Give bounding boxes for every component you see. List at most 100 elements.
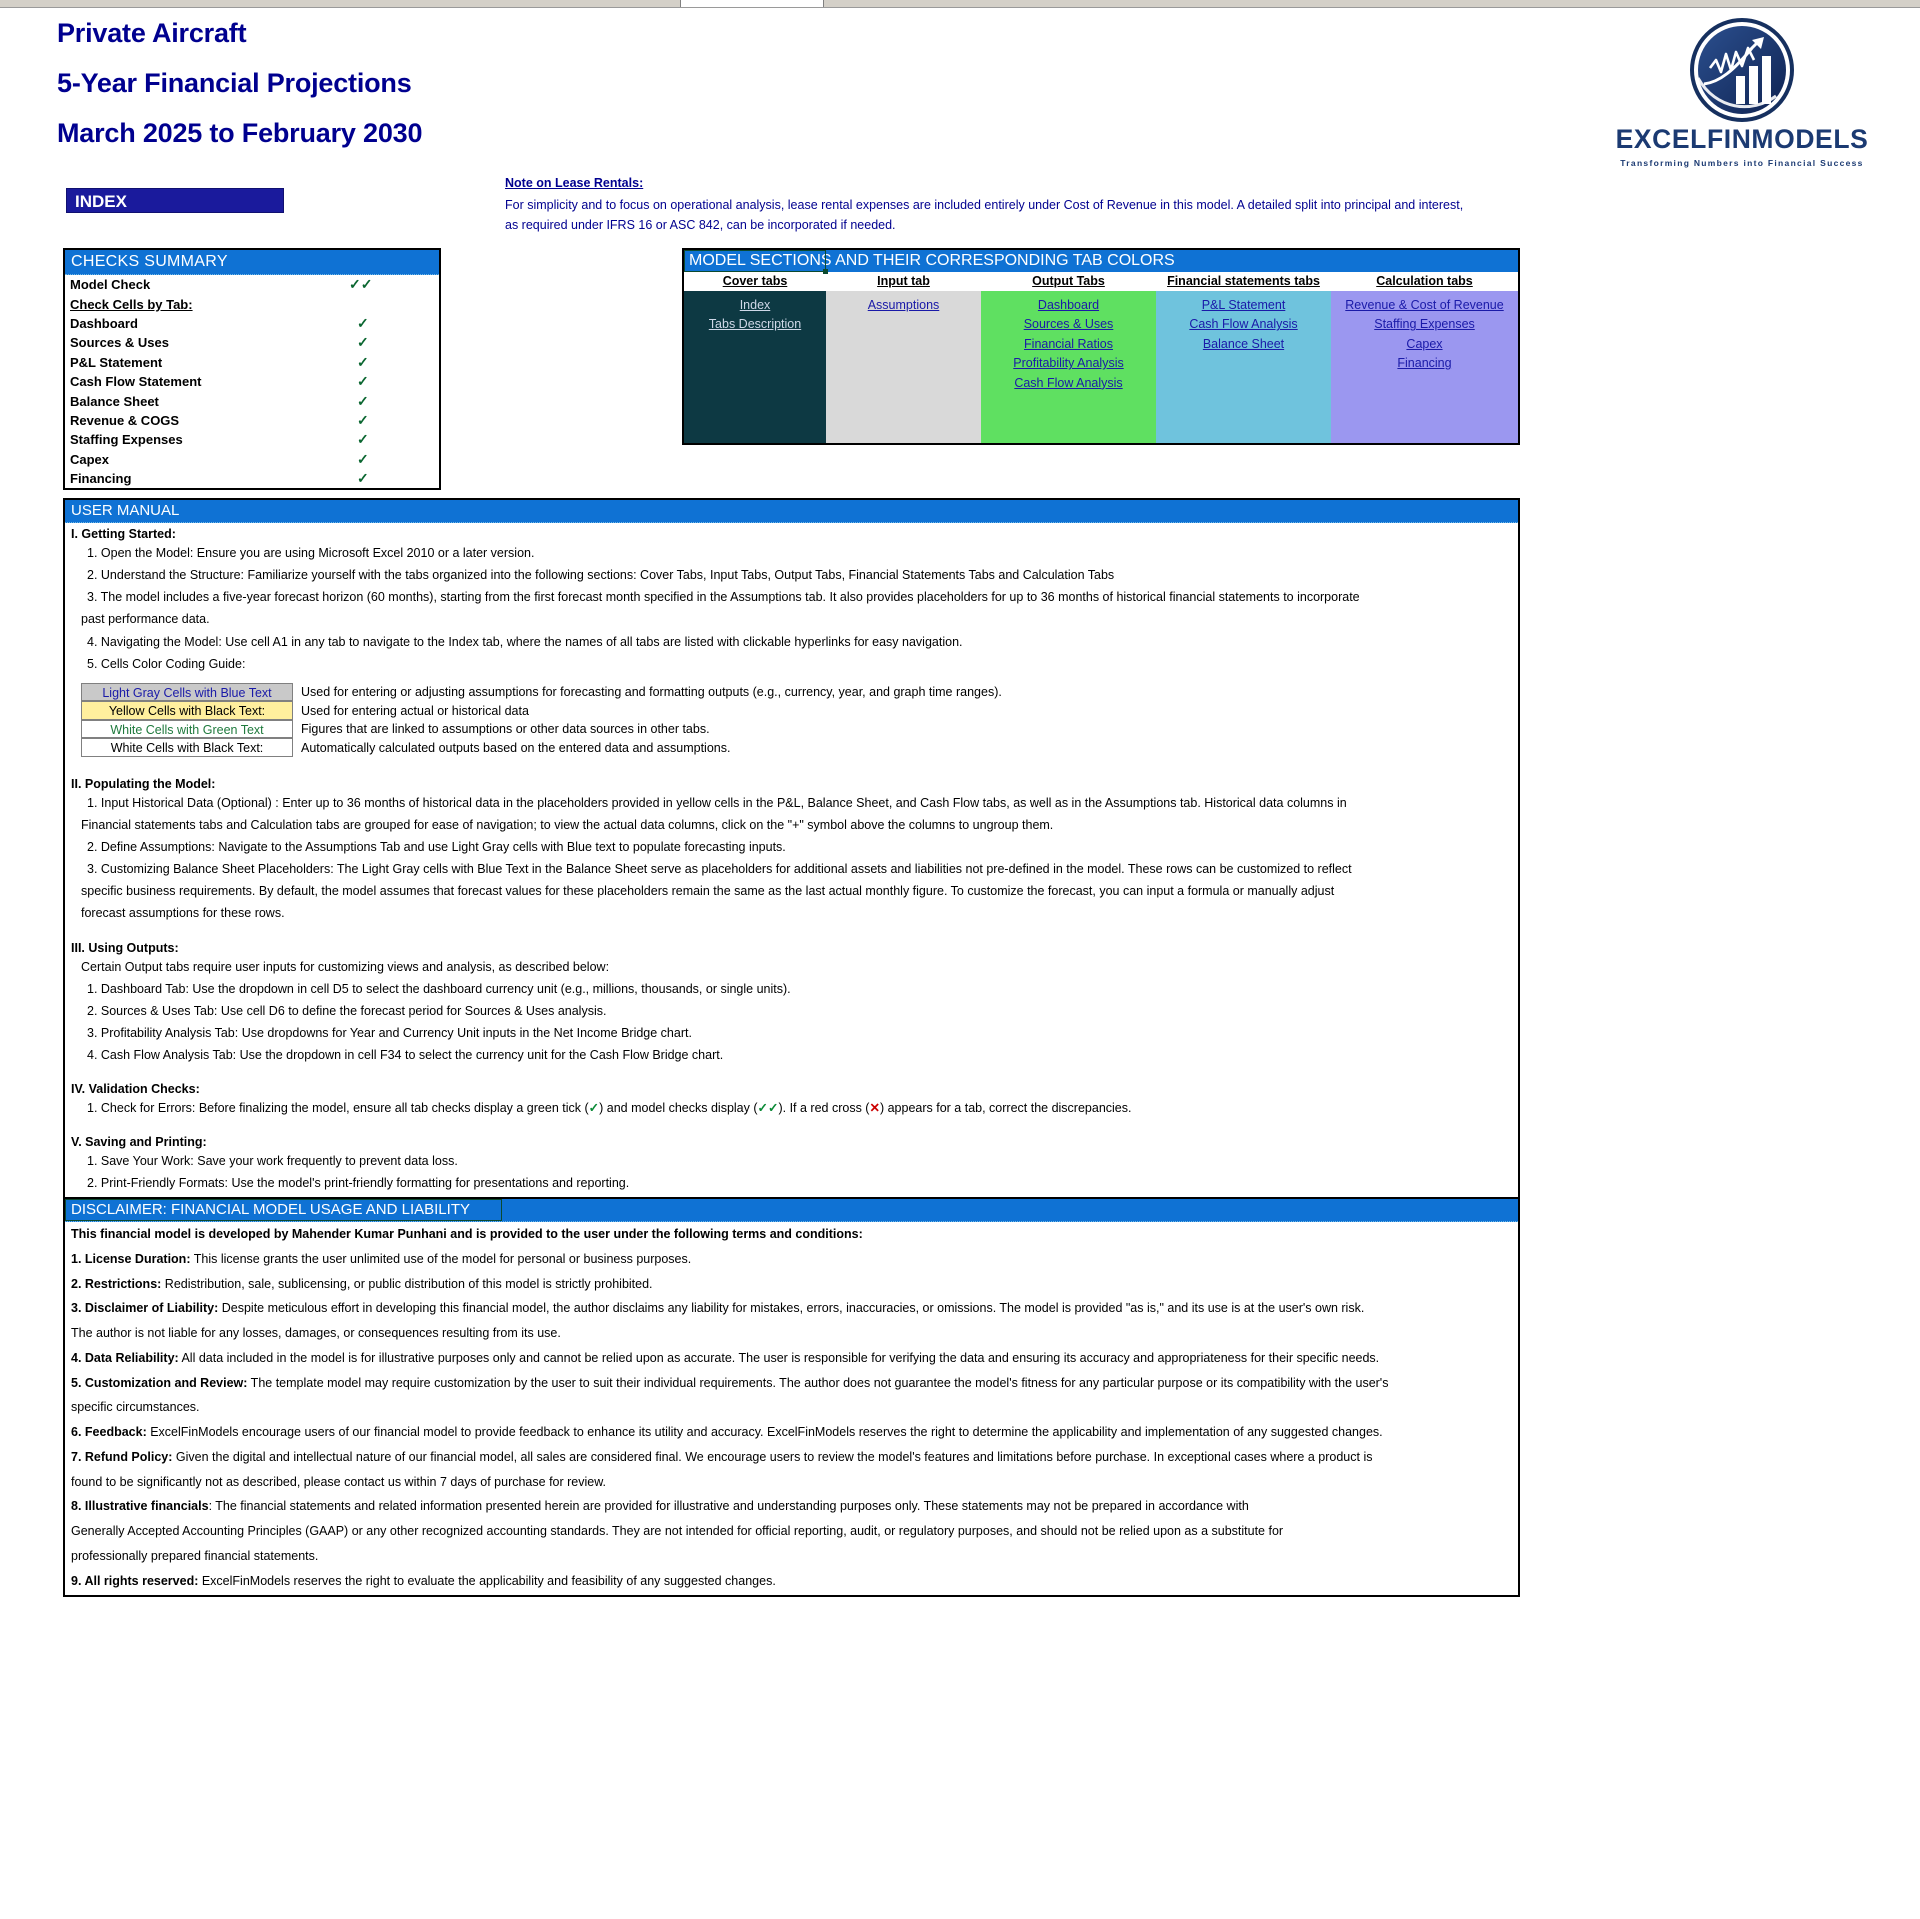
title-line-3: March 2025 to February 2030 [57, 118, 423, 148]
tab-link-cash-flow-analysis-fs[interactable]: Cash Flow Analysis [1156, 315, 1331, 334]
checks-label: P&L Statement [70, 354, 163, 370]
checks-subhead: Check Cells by Tab: [65, 294, 439, 313]
col-header-label: Output Tabs [1032, 274, 1105, 288]
tab-link-pl-statement[interactable]: P&L Statement [1156, 296, 1331, 315]
title-line-1: Private Aircraft [57, 18, 247, 48]
disclaimer-item-num: 1. [71, 1251, 85, 1266]
disclaimer-lead: This financial model is developed by Mah… [71, 1227, 863, 1241]
user-manual-header: USER MANUAL [65, 500, 1518, 523]
active-cell-selection-box [684, 250, 828, 274]
tab-link-staffing-expenses[interactable]: Staffing Expenses [1331, 315, 1518, 334]
disclaimer-panel: DISCLAIMER: FINANCIAL MODEL USAGE AND LI… [63, 1197, 1520, 1598]
legend-desc-yellow: Used for entering actual or historical d… [301, 703, 529, 718]
double-check-icon: ✓✓ [349, 276, 373, 293]
check-icon: ✓ [357, 373, 369, 390]
tab-link-assumptions[interactable]: Assumptions [826, 296, 981, 315]
disclaimer-item-num: 6. [71, 1425, 85, 1439]
disclaimer-item-5: 5. Customization and Review: The templat… [65, 1371, 1518, 1396]
disclaimer-item-text: The author is not liable for any losses,… [71, 1326, 561, 1340]
model-sections-columns: Index Tabs Description Assumptions Dashb… [684, 291, 1518, 443]
disclaimer-item-term: Restrictions: [84, 1276, 162, 1291]
check-icon: ✓ [357, 411, 369, 428]
disclaimer-item-8-cont-a: Generally Accepted Accounting Principles… [65, 1519, 1518, 1544]
tab-link-index[interactable]: Index [684, 296, 826, 315]
check-icon: ✓ [357, 470, 369, 487]
index-banner: INDEX [66, 188, 284, 213]
col-header-label: Cover tabs [722, 274, 788, 288]
user-manual-panel: USER MANUAL I. Getting Started: 1. Open … [63, 498, 1520, 1203]
lease-note-line-2: as required under IFRS 16 or ASC 842, ca… [505, 217, 896, 232]
disclaimer-item-8: 8. Illustrative financials: The financia… [65, 1494, 1518, 1519]
disclaimer-item-num: 4. [71, 1350, 85, 1365]
col-header-label: Calculation tabs [1376, 274, 1473, 288]
disclaimer-item-num: 8. [71, 1499, 85, 1514]
col-header-cover-tabs: Cover tabs [684, 272, 826, 291]
tab-link-tabs-description[interactable]: Tabs Description [684, 315, 826, 334]
manual-s2-item-3-cont-a: specific business requirements. By defau… [81, 884, 1335, 899]
disclaimer-item-text: All data included in the model is for il… [178, 1350, 1380, 1365]
manual-s2-item-2: 2. Define Assumptions: Navigate to the A… [87, 840, 786, 854]
checks-row-balance-sheet: Balance Sheet ✓ [65, 391, 439, 410]
checks-summary-header: CHECKS SUMMARY [65, 250, 439, 275]
tab-link-balance-sheet[interactable]: Balance Sheet [1156, 335, 1331, 354]
check-icon: ✓ [588, 1101, 600, 1116]
disclaimer-item-9: 9. All rights reserved: ExcelFinModels r… [65, 1569, 1518, 1594]
manual-s1-item-1: 1. Open the Model: Ensure you are using … [87, 546, 535, 560]
checks-label: Model Check [70, 277, 151, 293]
manual-s5-item-1: 1. Save Your Work: Save your work freque… [87, 1154, 458, 1169]
disclaimer-item-term: Disclaimer of Liability: [84, 1301, 219, 1316]
checks-label: Dashboard [70, 315, 138, 331]
disclaimer-item-text: This license grants the user unlimited u… [190, 1251, 692, 1266]
check-icon: ✓ [357, 431, 369, 448]
checks-row-cash-flow-statement: Cash Flow Statement ✓ [65, 372, 439, 391]
tab-link-financial-ratios[interactable]: Financial Ratios [981, 335, 1156, 354]
disclaimer-item-term: Refund Policy: [84, 1449, 173, 1464]
manual-s2-item-1-cont: Financial statements tabs and Calculatio… [81, 817, 1054, 832]
disclaimer-item-text: Redistribution, sale, sublicensing, or p… [161, 1276, 653, 1291]
tab-link-revenue-cost-of-revenue[interactable]: Revenue & Cost of Revenue [1331, 296, 1518, 315]
manual-s3-item-4: 4. Cash Flow Analysis Tab: Use the dropd… [87, 1048, 724, 1062]
disclaimer-item-term: All rights reserved: [84, 1573, 199, 1588]
checks-subhead-label: Check Cells by Tab: [70, 296, 193, 312]
header-seg-right [822, 0, 1920, 7]
tab-link-capex[interactable]: Capex [1331, 335, 1518, 354]
legend-row-yellow: Yellow Cells with Black Text: Used for e… [81, 701, 1002, 720]
checks-label: Sources & Uses [70, 335, 169, 351]
tab-link-financing[interactable]: Financing [1331, 354, 1518, 373]
validation-text-a: 1. Check for Errors: Before finalizing t… [87, 1101, 589, 1116]
manual-s3-item-1: 1. Dashboard Tab: Use the dropdown in ce… [87, 981, 791, 996]
legend-desc-white-green: Figures that are linked to assumptions o… [301, 722, 710, 736]
disclaimer-item-text: professionally prepared financial statem… [71, 1548, 319, 1563]
tab-link-sources-uses[interactable]: Sources & Uses [981, 315, 1156, 334]
legend-swatch-yellow-black-text: Yellow Cells with Black Text: [81, 701, 293, 720]
tab-link-cash-flow-analysis[interactable]: Cash Flow Analysis [981, 374, 1156, 393]
check-icon: ✓ [357, 314, 369, 331]
brand-logo: EXCELFINMODELS Transforming Numbers into… [1592, 18, 1892, 168]
disclaimer-item-num: 3. [71, 1301, 85, 1316]
disclaimer-item-text: ExcelFinModels reserves the right to eva… [198, 1573, 776, 1588]
checks-label: Balance Sheet [70, 393, 159, 409]
checks-row-dashboard: Dashboard ✓ [65, 314, 439, 333]
checks-label: Financing [70, 471, 132, 487]
manual-s3-intro: Certain Output tabs require user inputs … [81, 959, 610, 974]
tab-link-profitability-analysis[interactable]: Profitability Analysis [981, 354, 1156, 373]
legend-desc-gray: Used for entering or adjusting assumptio… [301, 685, 1002, 699]
manual-s4-item-1: 1. Check for Errors: Before finalizing t… [65, 1097, 1518, 1119]
col-header-label: Financial statements tabs [1167, 274, 1320, 288]
disclaimer-item-term: Feedback: [84, 1425, 147, 1439]
disclaimer-item-text: ExcelFinModels encourage users of our fi… [146, 1425, 1383, 1439]
double-check-icon: ✓✓ [757, 1101, 779, 1116]
disclaimer-item-7: 7. Refund Policy: Given the digital and … [65, 1445, 1518, 1470]
checks-label: Revenue & COGS [70, 412, 180, 428]
disclaimer-item-num: 5. [71, 1375, 85, 1390]
disclaimer-item-7-cont: found to be significantly not as describ… [65, 1470, 1518, 1495]
manual-s2-item-3: 3. Customizing Balance Sheet Placeholder… [87, 862, 1352, 877]
disclaimer-header: DISCLAIMER: FINANCIAL MODEL USAGE AND LI… [65, 1199, 1518, 1222]
logo-tagline: Transforming Numbers into Financial Succ… [1620, 158, 1864, 168]
check-icon: ✓ [357, 450, 369, 467]
manual-s1-item-3-cont: past performance data. [81, 612, 210, 627]
tab-link-dashboard[interactable]: Dashboard [981, 296, 1156, 315]
title-line-2: 5-Year Financial Projections [57, 68, 412, 98]
